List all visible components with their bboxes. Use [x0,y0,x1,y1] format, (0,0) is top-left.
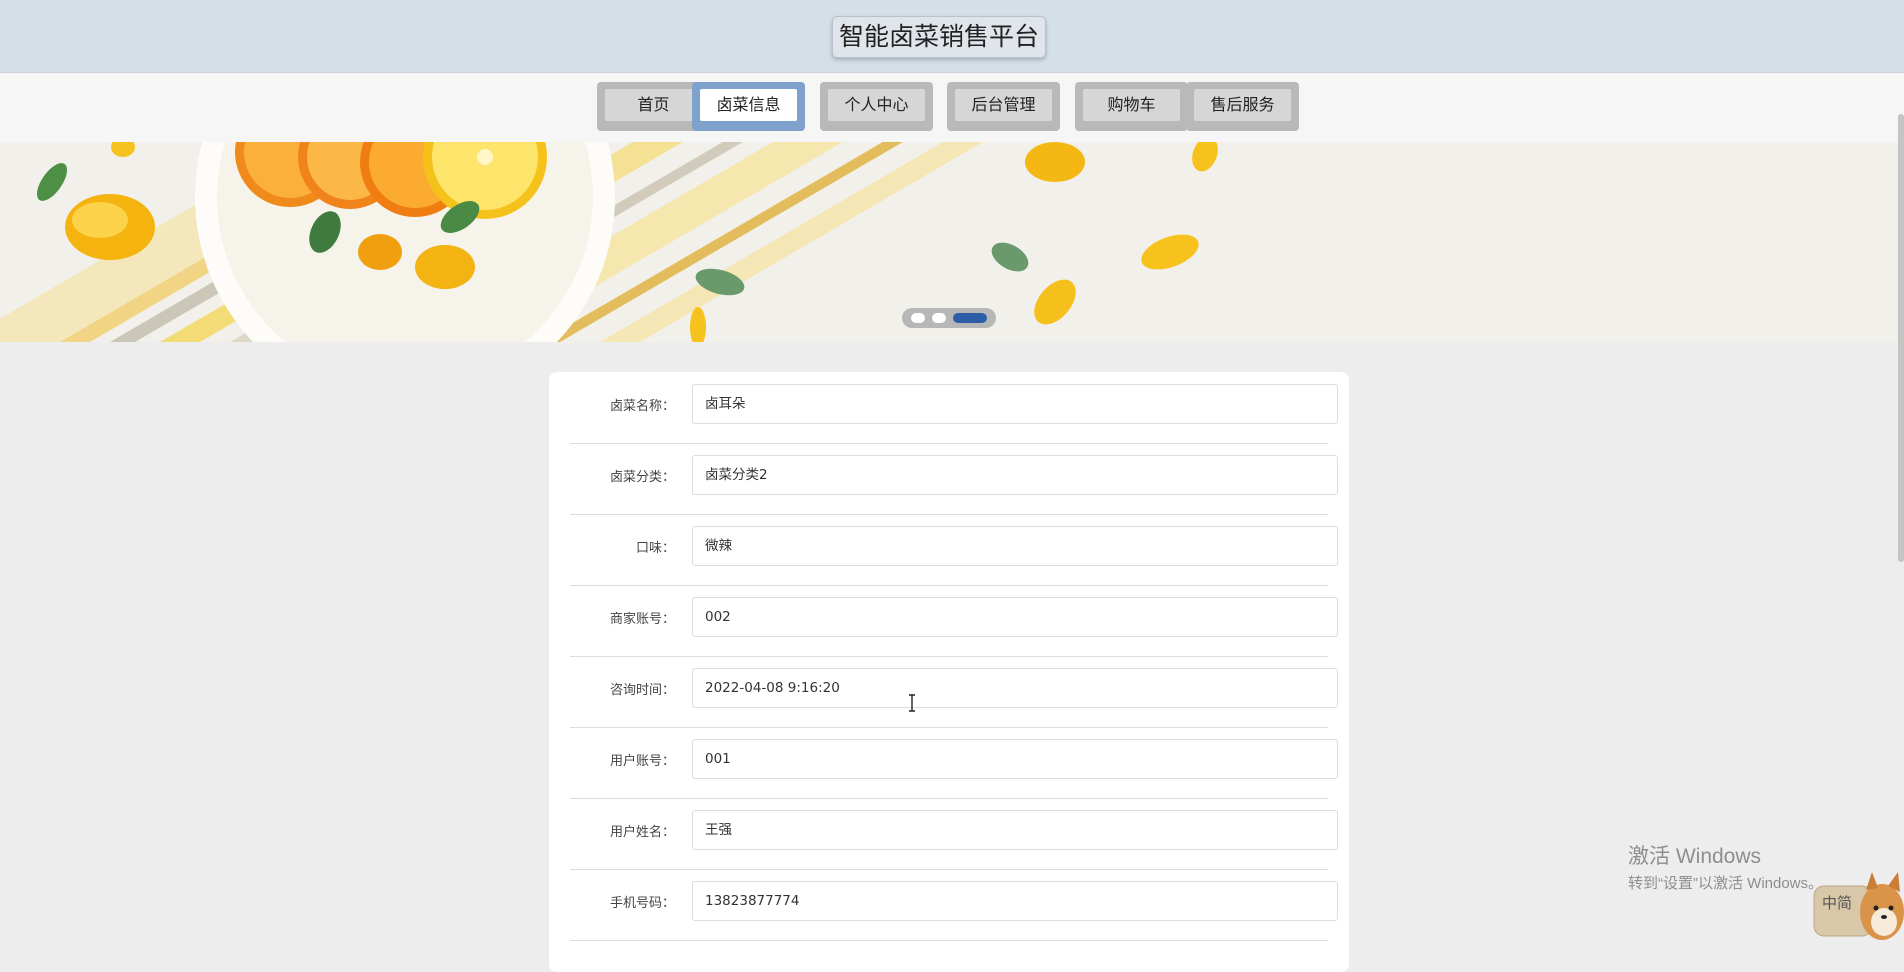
carousel-dot-3[interactable] [953,313,987,323]
nav-item-label: 售后服务 [1194,89,1291,121]
merchant-account-field[interactable]: 002 [692,597,1338,637]
form-row-user-account: 用户账号： 001 [570,727,1338,799]
nav-item-label: 购物车 [1083,89,1180,121]
ime-mode-label: 中简 [1822,894,1853,912]
windows-activation-watermark: 激活 Windows 转到“设置”以激活 Windows。 [1628,840,1823,893]
field-label: 手机号码： [609,896,675,911]
user-account-field[interactable]: 001 [692,739,1338,779]
site-header: 智能卤菜销售平台 [0,0,1904,73]
form-row-flavor: 口味： 微辣 [570,514,1338,586]
form-row-phone: 手机号码： 13823877774 [570,869,1338,941]
field-label: 咨询时间： [609,683,675,698]
dish-detail-form: 卤菜名称： 卤耳朵 卤菜分类： 卤菜分类2 口味： 微辣 商家账号： 002 咨… [549,372,1349,972]
nav-item-dish-info[interactable]: 卤菜信息 [692,82,805,131]
dish-name-field[interactable]: 卤耳朵 [692,384,1338,424]
form-row-dish-category: 卤菜分类： 卤菜分类2 [570,443,1338,515]
form-row-user-name: 用户姓名： 王强 [570,798,1338,870]
user-name-field[interactable]: 王强 [692,810,1338,850]
nav-item-label: 后台管理 [955,89,1052,121]
form-row-dish-name: 卤菜名称： 卤耳朵 [570,372,1338,444]
text-cursor-icon [909,694,915,712]
nav-item-label: 卤菜信息 [700,89,797,121]
site-title: 智能卤菜销售平台 [832,16,1046,58]
form-row-consult-time: 咨询时间： 2022-04-08 9:16:20 [570,656,1338,728]
carousel-dot-1[interactable] [911,313,925,323]
consult-time-field[interactable]: 2022-04-08 9:16:20 [692,668,1338,708]
field-label: 用户账号： [609,754,675,769]
main-nav: 首页 卤菜信息 个人中心 后台管理 购物车 售后服务 [0,73,1904,142]
nav-item-admin[interactable]: 后台管理 [947,82,1060,131]
watermark-line-2: 转到“设置”以激活 Windows。 [1628,875,1824,892]
field-label: 卤菜名称： [609,399,675,414]
nav-item-personal-center[interactable]: 个人中心 [820,82,933,131]
field-label: 商家账号： [609,612,675,627]
dish-category-field[interactable]: 卤菜分类2 [692,455,1338,495]
watermark-line-1: 激活 Windows [1628,845,1762,868]
field-label: 口味： [635,541,675,556]
carousel-dot-2[interactable] [932,313,946,323]
hero-carousel[interactable] [0,142,1904,342]
nav-item-after-sales[interactable]: 售后服务 [1186,82,1299,131]
form-row-merchant-account: 商家账号： 002 [570,585,1338,657]
nav-item-label: 个人中心 [828,89,925,121]
page-scrollbar[interactable] [1898,114,1904,562]
field-label: 卤菜分类： [609,470,675,485]
ime-toolbar[interactable]: 中简 [1812,872,1904,940]
nav-item-label: 首页 [605,89,702,121]
phone-field[interactable]: 13823877774 [692,881,1338,921]
carousel-indicators [902,308,996,328]
nav-item-cart[interactable]: 购物车 [1075,82,1188,131]
field-label: 用户姓名： [609,825,675,840]
flavor-field[interactable]: 微辣 [692,526,1338,566]
